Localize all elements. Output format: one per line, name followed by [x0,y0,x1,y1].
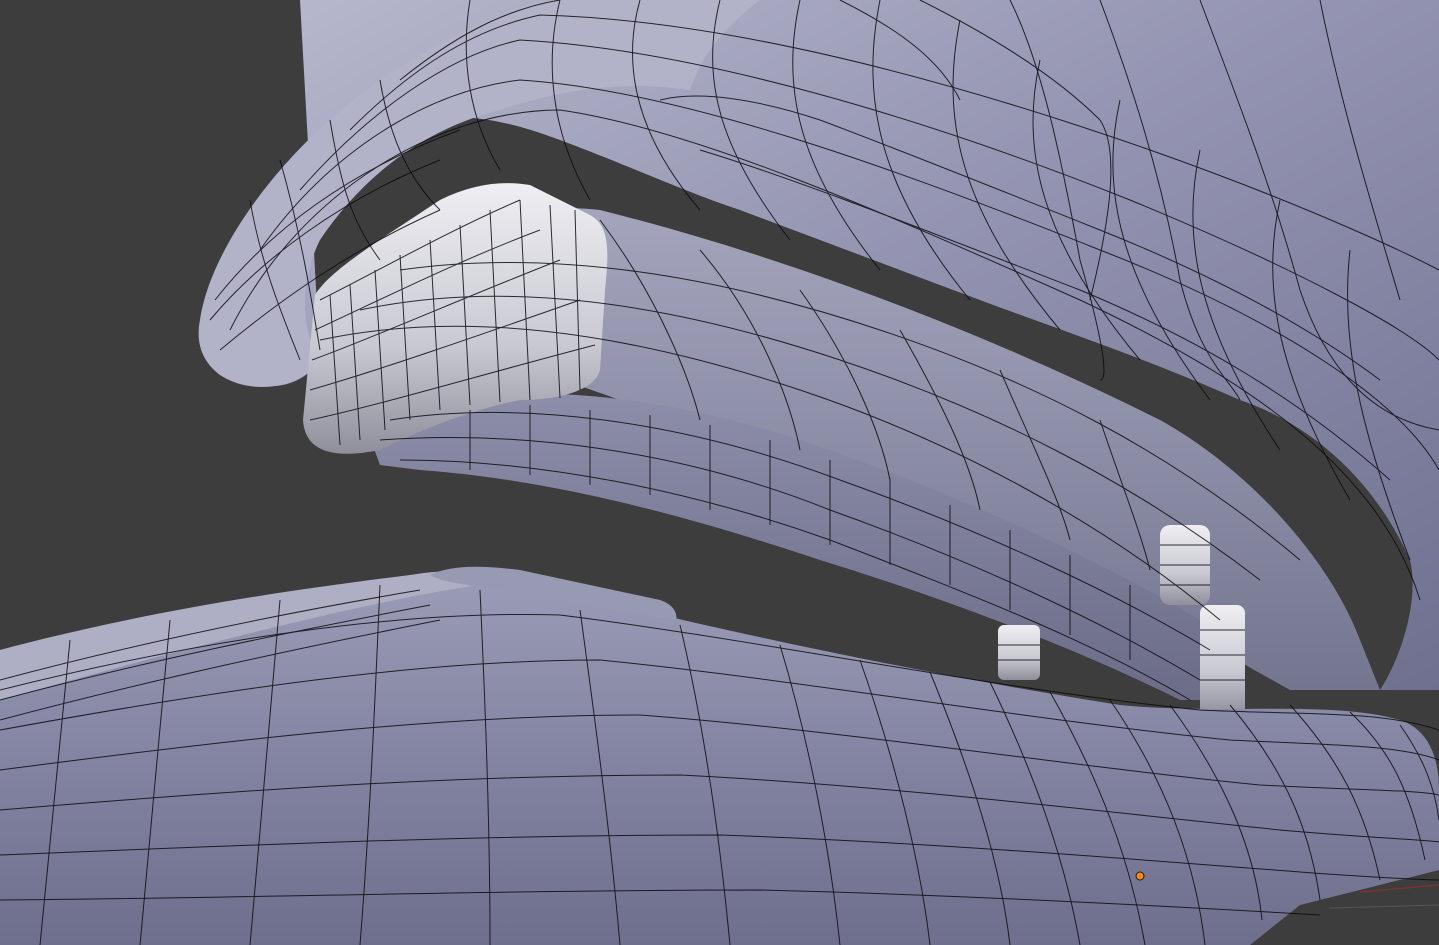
stapler-mesh-render [0,0,1439,945]
latch-block-2 [1200,605,1245,715]
object-origin-dot [1135,871,1145,881]
3d-viewport[interactable] [0,0,1439,945]
latch-block-3 [998,625,1040,680]
